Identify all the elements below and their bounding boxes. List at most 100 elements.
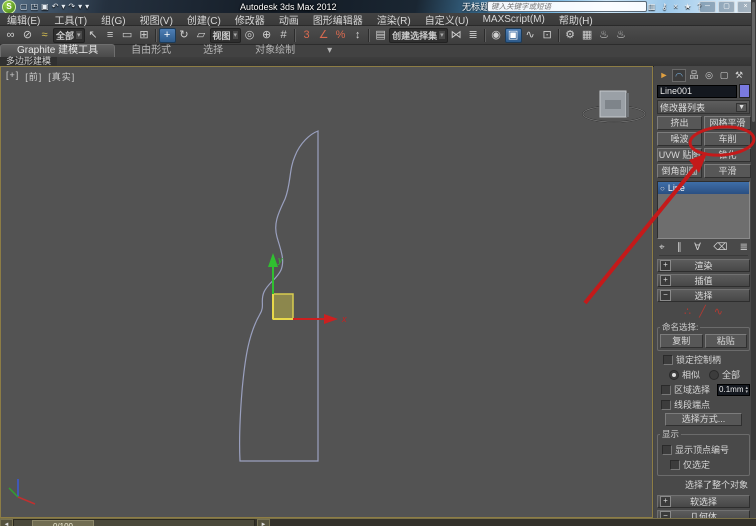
menu-help[interactable]: 帮助(H) [552,12,600,27]
stack-item-line[interactable]: ○ Line [658,182,749,194]
minimize-icon[interactable]: ─ [699,0,716,13]
keyboard-shortcut-override-icon[interactable]: # [275,28,292,43]
ribbon-minimize-icon[interactable]: ▾ [311,45,348,57]
redo-dropdown-icon[interactable]: ▾ [78,2,82,11]
display-tab-icon[interactable]: ▢ [717,69,731,82]
utilities-tab-icon[interactable]: ⚒ [732,69,746,82]
modify-tab-icon[interactable]: ◠ [672,68,686,82]
edit-named-selection-sets-icon[interactable]: ▤ [372,28,389,43]
rollout-rendering[interactable]: + 渲染 [657,259,750,272]
taper-button[interactable]: 锥化 [704,148,751,162]
communication-icon[interactable]: × [673,2,678,11]
viewport-front[interactable]: [+] [前] [真实] y x [0,66,653,518]
alike-radio[interactable] [669,369,679,380]
curve-editor-icon[interactable]: ∿ [522,28,539,43]
lathe-button[interactable]: 车削 [704,132,751,146]
create-tab-icon[interactable]: ► [657,69,671,82]
select-by-name-icon[interactable]: ≡ [102,28,119,43]
snaps-toggle-icon[interactable]: 3 [298,28,315,43]
segment-subobject-icon[interactable]: ╱ [699,305,706,318]
reference-coordinate-dropdown[interactable]: 视图 ▾ [209,27,242,43]
selection-filter-dropdown[interactable]: 全部 ▾ [53,27,85,43]
meshsmooth-button[interactable]: 网格平滑 [704,116,751,130]
menu-tools[interactable]: 工具(T) [47,12,94,27]
panel-scrollbar[interactable] [751,0,756,460]
open-file-icon[interactable]: ◳ [31,2,39,11]
layer-manager-icon[interactable]: ▣ [504,27,522,43]
percent-snap-icon[interactable]: % [332,28,349,43]
redo-icon[interactable]: ↷ [68,2,75,11]
motion-tab-icon[interactable]: ◎ [702,69,716,82]
configure-modifier-sets-icon[interactable]: ≣ [740,242,748,253]
use-pivot-center-icon[interactable]: ◎ [241,28,258,43]
select-object-icon[interactable]: ↖ [85,28,102,43]
new-file-icon[interactable]: ▢ [20,2,28,11]
save-file-icon[interactable]: ▣ [41,2,49,11]
help-search-input[interactable] [487,1,647,12]
schematic-view-icon[interactable]: ⊡ [539,28,556,43]
object-color-swatch[interactable] [739,84,750,98]
object-name-field[interactable] [657,84,737,98]
tab-freeform[interactable]: 自由形式 [115,45,187,57]
named-selection-sets-dropdown[interactable]: 创建选择集 ▾ [389,27,448,43]
spline-subobject-icon[interactable]: ∿ [714,305,723,318]
menu-create[interactable]: 创建(C) [180,12,228,27]
selected-only-checkbox[interactable] [670,459,680,470]
bind-to-spacewarp-icon[interactable]: ≈ [36,28,53,43]
undo-icon[interactable]: ↶ [52,2,59,11]
bevel-profile-button[interactable]: 倒角剖面 [657,164,702,178]
rollout-interpolation[interactable]: + 插值 [657,274,750,287]
menu-rendering[interactable]: 渲染(R) [370,12,418,27]
signin-icon[interactable]: ▥ [648,2,656,11]
menu-edit[interactable]: 编辑(E) [0,12,47,27]
area-selection-checkbox[interactable] [661,384,671,395]
tab-selection[interactable]: 选择 [187,45,239,57]
rollout-soft-selection[interactable]: + 软选择 [657,495,750,508]
window-crossing-icon[interactable]: ⊞ [136,28,153,43]
next-frame-icon[interactable]: ► [257,519,270,526]
menu-maxscript[interactable]: MAXScript(M) [476,14,552,25]
render-setup-icon[interactable]: ⚙ [562,28,579,43]
menu-graph-editors[interactable]: 图形编辑器 [306,12,370,27]
viewcube[interactable] [582,90,646,123]
remove-modifier-icon[interactable]: ⌫ [713,242,727,253]
uvw-map-button[interactable]: UVW 贴图 [657,148,702,162]
mirror-icon[interactable]: ⋈ [448,28,465,43]
make-unique-icon[interactable]: ∀ [694,242,701,253]
key-icon[interactable]: ⚷ [662,2,668,11]
lock-handles-checkbox[interactable] [663,354,673,365]
time-slider-track[interactable]: 0/100 [13,519,255,526]
rendered-frame-window-icon[interactable]: ▦ [579,28,596,43]
copy-button[interactable]: 复制 [660,334,703,348]
time-slider-thumb[interactable]: 0/100 [32,520,94,526]
all-radio[interactable] [709,369,720,380]
extrude-button[interactable]: 挤出 [657,116,702,130]
favorites-star-icon[interactable]: ★ [684,2,691,11]
select-by-button[interactable]: 选择方式... [665,413,742,426]
menu-customize[interactable]: 自定义(U) [418,12,476,27]
select-and-move-icon[interactable]: + [158,27,176,43]
modifier-list-dropdown[interactable]: 修改器列表 ▼ [657,100,750,114]
gizmo-xy-plane-handle[interactable] [272,293,294,320]
angle-snap-icon[interactable]: ∠ [315,28,332,43]
qat-customize-icon[interactable]: ▾ [85,2,89,11]
segment-end-checkbox[interactable] [661,399,671,410]
unlink-selection-icon[interactable]: ⊘ [19,28,36,43]
render-production-teapot-icon[interactable]: ♨ [596,28,613,43]
menu-modifiers[interactable]: 修改器 [228,12,272,27]
maximize-icon[interactable]: ▢ [718,0,735,13]
modifier-stack[interactable]: ○ Line [657,181,750,239]
paste-button[interactable]: 粘贴 [704,334,747,348]
rectangular-selection-region-icon[interactable]: ▭ [119,28,136,43]
noise-button[interactable]: 噪波 [657,132,702,146]
menu-group[interactable]: 组(G) [94,12,132,27]
hierarchy-tab-icon[interactable]: 品 [687,69,701,82]
area-selection-spinner[interactable]: 0.1mm ▴ ▾ [717,383,750,396]
vertex-subobject-icon[interactable]: ∴ [684,305,691,318]
previous-frame-icon[interactable]: ◄ [0,519,13,526]
material-editor-icon[interactable]: ◉ [488,28,505,43]
polygon-modeling-panel[interactable]: 多边形建模 [0,57,58,66]
rollout-selection[interactable]: − 选择 [657,289,750,302]
undo-dropdown-icon[interactable]: ▾ [61,2,65,11]
align-icon[interactable]: ≣ [465,28,482,43]
